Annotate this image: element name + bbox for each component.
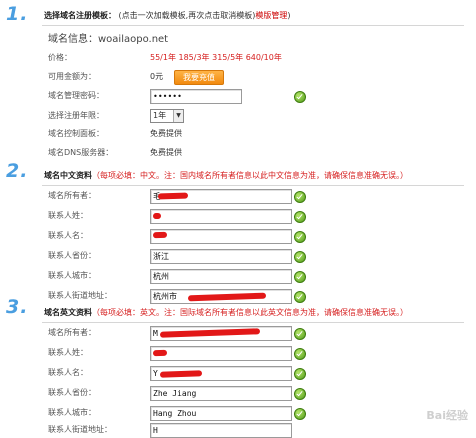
en-name-label: 联系人名： — [48, 368, 88, 377]
cn-surname-input[interactable] — [150, 209, 292, 224]
check-icon — [294, 291, 306, 303]
cn-province-input[interactable]: 浙江 — [150, 249, 292, 264]
check-icon — [294, 191, 306, 203]
check-icon — [294, 271, 306, 283]
section-title: 选择域名注册模板： — [44, 11, 116, 20]
check-icon — [294, 328, 306, 340]
cn-city-input[interactable]: 杭州 — [150, 269, 292, 284]
balance-label: 可用金额为： — [48, 72, 96, 81]
section-hint-end: ) — [287, 11, 291, 20]
section-title: 域名英文资料 — [44, 308, 92, 317]
section-title: 域名中文资料 — [44, 171, 92, 180]
section-chinese-info-header: 域名中文资料（每项必填：中文。注：国内域名所有者信息以此中文信息为准，请确保信息… — [42, 170, 464, 186]
recharge-button[interactable]: 我要充值 — [174, 70, 224, 85]
en-address-label: 联系人街道地址： — [48, 425, 112, 434]
chevron-down-icon[interactable]: ▼ — [173, 110, 183, 122]
en-surname-input[interactable] — [150, 346, 292, 361]
years-select[interactable]: 1年 ▼ — [150, 109, 184, 123]
en-surname-label: 联系人姓： — [48, 348, 88, 357]
redaction-mark — [152, 349, 168, 357]
years-select-value: 1年 — [153, 111, 167, 120]
dns-label: 域名DNS服务器： — [48, 148, 114, 157]
domain-info: 域名信息：woailaopo.net — [48, 34, 169, 45]
dns-value: 免费提供 — [150, 148, 182, 157]
check-icon — [294, 251, 306, 263]
step-number-3: 3. — [6, 296, 29, 318]
en-owner-label: 域名所有者： — [48, 328, 96, 337]
check-icon — [294, 388, 306, 400]
check-icon — [294, 231, 306, 243]
cn-owner-label: 域名所有者： — [48, 191, 96, 200]
en-province-input[interactable]: Zhe Jiang — [150, 386, 292, 401]
watermark-logo: Bai经验 — [426, 409, 468, 422]
panel-label: 域名控制面板： — [48, 129, 104, 138]
cn-name-label: 联系人名： — [48, 231, 88, 240]
section-note: （每项必填：英文。注：国际域名所有者信息以此英文信息为准，请确保信息准确无误。） — [92, 308, 408, 317]
password-label: 域名管理密码： — [48, 91, 104, 100]
en-city-input[interactable]: Hang Zhou — [150, 406, 292, 421]
en-province-label: 联系人省份： — [48, 388, 96, 397]
cn-surname-label: 联系人姓： — [48, 211, 88, 220]
redaction-mark — [152, 212, 162, 220]
en-city-label: 联系人城市： — [48, 408, 96, 417]
price-value: 55/1年 185/3年 315/5年 640/10年 — [150, 53, 282, 62]
section-note: （每项必填：中文。注：国内域名所有者信息以此中文信息为准，请确保信息准确无误。） — [92, 171, 408, 180]
check-icon — [294, 211, 306, 223]
check-icon — [294, 348, 306, 360]
price-label: 价格： — [48, 53, 72, 62]
cn-name-input[interactable] — [150, 229, 292, 244]
section-hint: (点击一次加载模板,再次点击取消模板) — [118, 11, 256, 20]
section-template-header: 选择域名注册模板： (点击一次加载模板,再次点击取消模板)模版管理) — [42, 10, 464, 26]
cn-address-label: 联系人街道地址： — [48, 291, 112, 300]
years-label: 选择注册年限： — [48, 111, 104, 120]
template-manage-link[interactable]: 模版管理 — [255, 11, 287, 20]
en-address-input[interactable]: H — [150, 423, 292, 438]
redaction-mark — [157, 192, 189, 200]
section-english-info-header: 域名英文资料（每项必填：英文。注：国际域名所有者信息以此英文信息为准，请确保信息… — [42, 307, 464, 323]
check-icon — [294, 91, 306, 103]
cn-province-label: 联系人省份： — [48, 251, 96, 260]
password-input[interactable]: •••••• — [150, 89, 242, 104]
redaction-mark — [152, 231, 168, 239]
cn-city-label: 联系人城市： — [48, 271, 96, 280]
step-number-1: 1. — [6, 3, 29, 25]
check-icon — [294, 368, 306, 380]
step-number-2: 2. — [6, 160, 29, 182]
balance-value: 0元 — [150, 72, 164, 81]
check-icon — [294, 408, 306, 420]
panel-value: 免费提供 — [150, 129, 182, 138]
